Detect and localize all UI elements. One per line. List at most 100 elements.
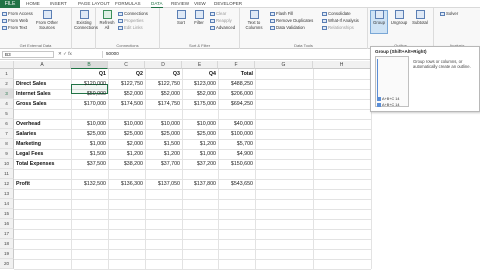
value-cell[interactable]: $38,200 [108, 161, 143, 167]
value-cell[interactable]: $170,000 [71, 101, 106, 107]
edit-links-button[interactable]: Edit Links [118, 25, 143, 30]
from-other-sources-button[interactable]: From Other Sources [36, 10, 58, 30]
tab-page-layout[interactable]: PAGE LAYOUT [78, 0, 110, 8]
solver-button[interactable]: Solver [440, 11, 458, 16]
value-cell[interactable]: $25,000 [108, 131, 143, 137]
value-cell[interactable]: $25,000 [145, 131, 180, 137]
tab-review[interactable]: REVIEW [171, 0, 189, 8]
column-header-a[interactable]: A [14, 61, 71, 69]
row-header-8[interactable]: 8 [0, 139, 14, 149]
value-cell[interactable]: $10,000 [145, 121, 180, 127]
reapply-button[interactable]: Reapply [210, 18, 232, 23]
column-title-cell[interactable]: Total [218, 71, 253, 77]
row-header-3[interactable]: 3 [0, 89, 14, 99]
row-header-5[interactable]: 5 [0, 109, 14, 119]
value-cell[interactable]: $40,000 [218, 121, 253, 127]
flash-fill-button[interactable]: Flash Fill [270, 11, 293, 16]
connections-button[interactable]: Connections [118, 11, 148, 16]
row-header-10[interactable]: 10 [0, 159, 14, 169]
column-header-f[interactable]: F [218, 61, 255, 69]
value-cell[interactable]: $1,200 [145, 151, 180, 157]
from-access-button[interactable]: From Access [2, 11, 33, 16]
row-header-1[interactable]: 1 [0, 69, 14, 79]
value-cell[interactable]: $150,600 [218, 161, 253, 167]
row-header-13[interactable]: 13 [0, 189, 14, 199]
group-button[interactable]: Group [370, 10, 388, 25]
value-cell[interactable]: $120,000 [71, 81, 106, 87]
properties-button[interactable]: Properties [118, 18, 144, 23]
row-header-18[interactable]: 18 [0, 239, 14, 249]
value-cell[interactable]: $100,000 [218, 131, 253, 137]
tab-data[interactable]: DATA [151, 0, 163, 8]
sort-button[interactable]: Sort [172, 10, 190, 25]
advanced-button[interactable]: Advanced [210, 25, 235, 30]
column-header-c[interactable]: C [108, 61, 145, 69]
value-cell[interactable]: $52,000 [182, 91, 216, 97]
value-cell[interactable]: $37,500 [71, 161, 106, 167]
formula-input[interactable]: 50000 [102, 51, 372, 58]
tab-file[interactable]: FILE [0, 0, 20, 8]
value-cell[interactable]: $206,000 [218, 91, 253, 97]
value-cell[interactable]: $137,800 [182, 181, 216, 187]
row-label-cell[interactable]: Direct Sales [16, 81, 46, 87]
value-cell[interactable]: $1,500 [71, 151, 106, 157]
row-header-9[interactable]: 9 [0, 149, 14, 159]
value-cell[interactable]: $52,000 [108, 91, 143, 97]
existing-connections-button[interactable]: Existing Connections [74, 10, 98, 30]
tab-developer[interactable]: DEVELOPER [214, 0, 242, 8]
column-title-cell[interactable]: Q1 [71, 71, 106, 77]
value-cell[interactable]: $1,200 [182, 141, 216, 147]
column-header-e[interactable]: E [182, 61, 218, 69]
column-title-cell[interactable]: Q2 [108, 71, 143, 77]
tab-insert[interactable]: INSERT [50, 0, 67, 8]
what-if-analysis-button[interactable]: What-If Analysis [322, 18, 359, 23]
column-header-h[interactable]: H [313, 61, 371, 69]
clear-button[interactable]: Clear [210, 11, 226, 16]
value-cell[interactable]: $137,050 [145, 181, 180, 187]
fx-icon[interactable]: ✕ ✓ fx [58, 51, 98, 58]
value-cell[interactable]: $123,000 [182, 81, 216, 87]
value-cell[interactable]: $2,000 [108, 141, 143, 147]
value-cell[interactable]: $10,000 [71, 121, 106, 127]
value-cell[interactable]: $25,000 [71, 131, 106, 137]
tab-view[interactable]: VIEW [194, 0, 206, 8]
value-cell[interactable]: $1,500 [145, 141, 180, 147]
select-all-corner[interactable] [0, 61, 14, 69]
consolidate-button[interactable]: Consolidate [322, 11, 351, 16]
row-header-6[interactable]: 6 [0, 119, 14, 129]
column-header-g[interactable]: G [255, 61, 313, 69]
name-box[interactable]: B3 [2, 51, 54, 58]
data-validation-button[interactable]: Data Validation [270, 25, 305, 30]
filter-button[interactable]: Filter [190, 10, 208, 25]
row-label-cell[interactable]: Total Expenses [16, 161, 54, 167]
ungroup-button[interactable]: Ungroup [390, 10, 408, 25]
row-label-cell[interactable]: Salaries [16, 131, 36, 137]
spreadsheet-grid[interactable]: A B C D E F G H 1 2 3 4 5 6 7 8 9 10 11 12 13 14 15 16 1… [0, 61, 372, 270]
row-header-12[interactable]: 12 [0, 179, 14, 189]
value-cell[interactable]: $5,700 [218, 141, 253, 147]
row-header-2[interactable]: 2 [0, 79, 14, 89]
value-cell[interactable]: $4,900 [218, 151, 253, 157]
value-cell[interactable]: $136,300 [108, 181, 143, 187]
row-header-15[interactable]: 15 [0, 209, 14, 219]
value-cell[interactable]: $488,250 [218, 81, 253, 87]
value-cell[interactable]: $132,500 [71, 181, 106, 187]
column-title-cell[interactable]: Q4 [182, 71, 216, 77]
row-label-cell[interactable]: Gross Sales [16, 101, 47, 107]
from-text-button[interactable]: From Text [2, 25, 27, 30]
row-header-14[interactable]: 14 [0, 199, 14, 209]
value-cell[interactable]: $694,250 [218, 101, 253, 107]
row-header-17[interactable]: 17 [0, 229, 14, 239]
tab-formulas[interactable]: FORMULAS [115, 0, 141, 8]
column-header-d[interactable]: D [145, 61, 182, 69]
row-label-cell[interactable]: Legal Fees [16, 151, 43, 157]
tab-home[interactable]: HOME [26, 0, 40, 8]
refresh-all-button[interactable]: Refresh All [98, 10, 116, 30]
row-header-4[interactable]: 4 [0, 99, 14, 109]
column-title-cell[interactable]: Q3 [145, 71, 180, 77]
value-cell[interactable]: $1,000 [182, 151, 216, 157]
value-cell[interactable]: $174,750 [145, 101, 180, 107]
value-cell[interactable]: $10,000 [108, 121, 143, 127]
subtotal-button[interactable]: Subtotal [411, 10, 429, 25]
relationships-button[interactable]: Relationships [322, 25, 354, 30]
